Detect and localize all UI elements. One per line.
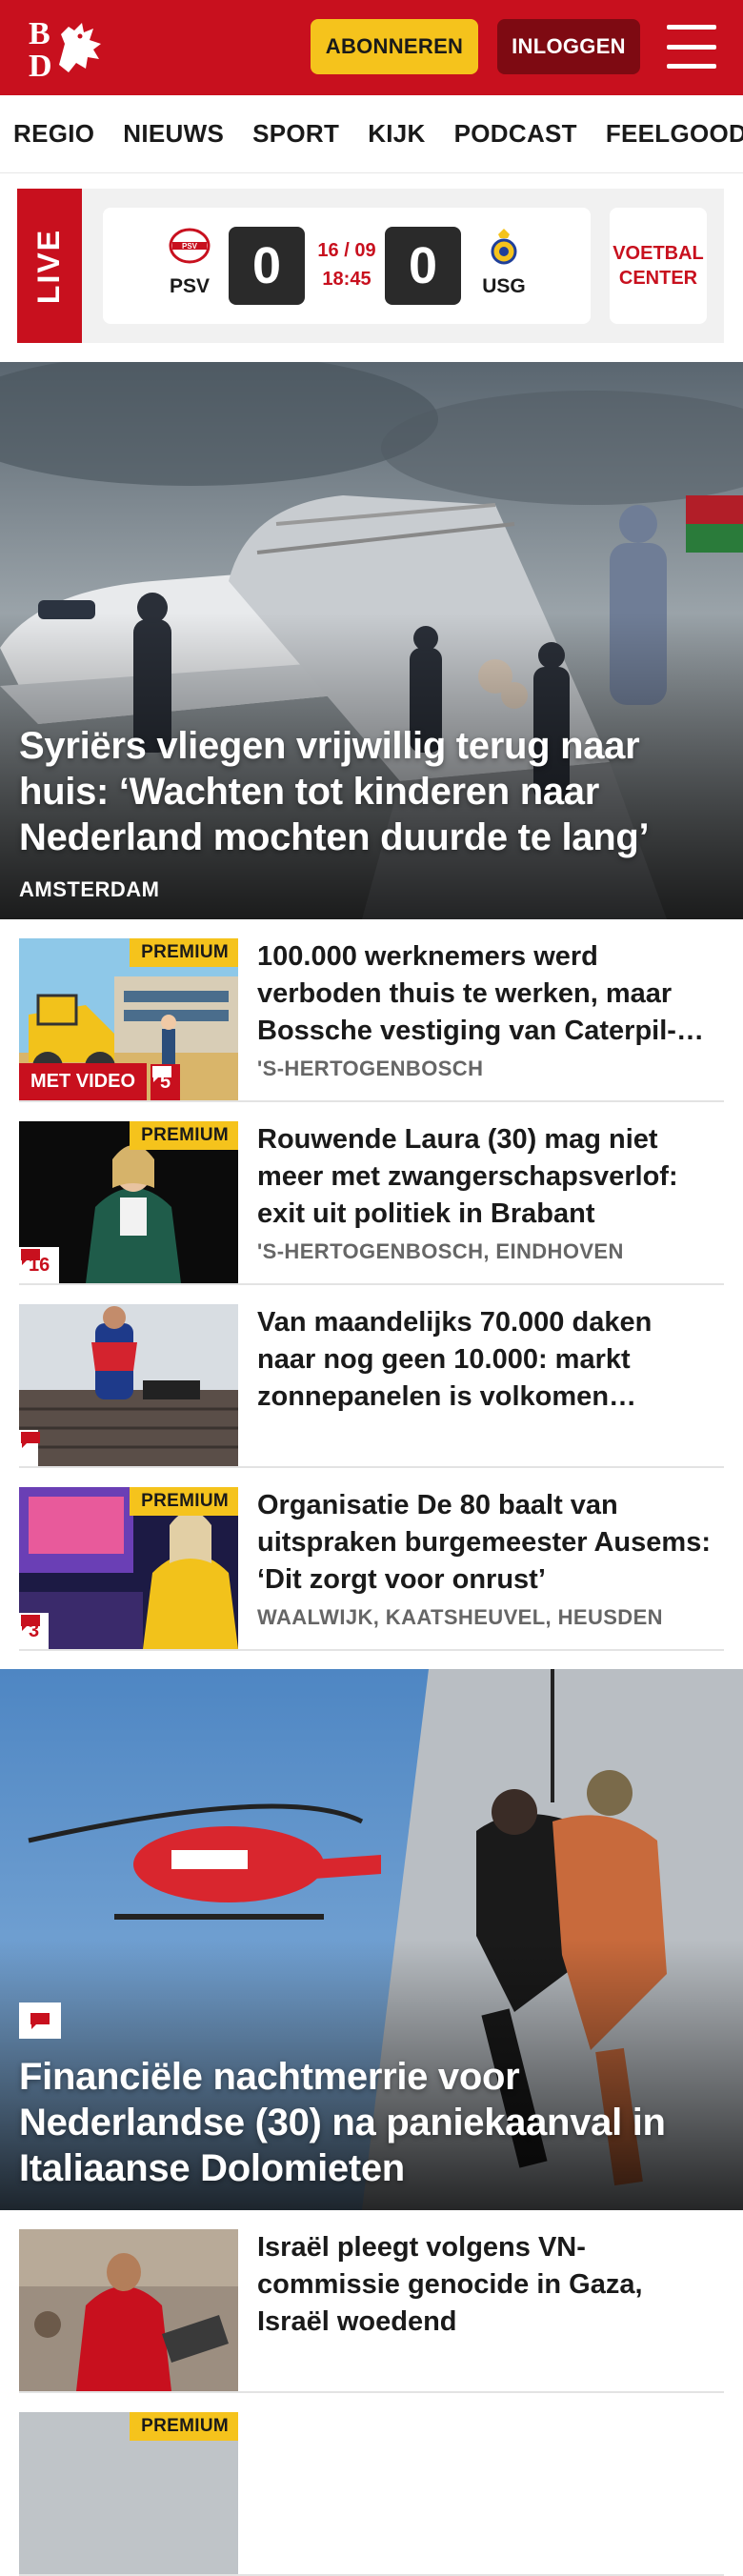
match-card[interactable]: PSV PSV 0 16 / 09 18:45 0 USG (103, 208, 591, 324)
article-location: 'S-HERTOGENBOSCH, EINDHOVEN (257, 1239, 624, 1263)
gaza-photo (19, 2229, 238, 2391)
hero-location: AMSTERDAM (19, 877, 160, 901)
article-thumbnail[interactable]: PREMIUM (19, 2412, 238, 2574)
premium-badge: PREMIUM (130, 1487, 238, 1516)
hero-article-2[interactable]: Financiële nachtmerrie voor Nederlandse … (0, 1669, 743, 2210)
live-scores-strip: LIVE PSV PSV 0 16 / 09 18:45 0 USG VOETB… (17, 189, 724, 343)
article-title[interactable]: 100.000 werknemers werd verboden thuis t… (257, 938, 714, 1050)
voetbal-center-line1: VOETBAL (612, 243, 704, 264)
article-thumbnail[interactable] (19, 1304, 238, 1466)
home-score: 0 (229, 227, 305, 305)
article-title[interactable]: Van maandelijks 70.000 daken naar nog ge… (257, 1304, 714, 1416)
solar-roof-photo (19, 1304, 238, 1466)
comments-badge: 3 (19, 1613, 50, 1649)
match-date: 16 / 09 (317, 240, 376, 261)
site-header: B D ABONNEREN INLOGGEN (0, 0, 743, 95)
subscribe-button[interactable]: ABONNEREN (311, 19, 478, 74)
list-item[interactable]: PREMIUM MET VIDEO 5 100.000 werknemers w… (19, 938, 724, 1102)
list-item[interactable]: PREMIUM 16 Rouwende Laura (30) mag niet … (19, 1121, 724, 1285)
away-team: USG (471, 227, 537, 298)
comments-badge: 16 (19, 1247, 60, 1283)
comment-icon (152, 1066, 171, 1082)
match-datetime: 16 / 09 18:45 (303, 236, 391, 293)
match-time: 18:45 (322, 269, 372, 290)
nav-item-regio[interactable]: REGIO (13, 119, 94, 149)
comments-badge (19, 1430, 40, 1466)
premium-badge: PREMIUM (130, 2412, 238, 2441)
bd-logo[interactable]: B D (27, 15, 109, 80)
hero-2-title[interactable]: Financiële nachtmerrie voor Nederlandse … (19, 2054, 724, 2191)
list-item[interactable]: PREMIUM (19, 2412, 724, 2576)
article-title[interactable]: Israël pleegt volgens VN-commissie genoc… (257, 2229, 714, 2341)
voetbal-center-link[interactable]: VOETBAL CENTER (610, 208, 707, 324)
main-nav: REGIO NIEUWS SPORT KIJK PODCAST FEELGOOD… (0, 95, 743, 173)
nav-item-kijk[interactable]: KIJK (368, 119, 425, 149)
video-badge: MET VIDEO (19, 1063, 148, 1100)
away-score: 0 (385, 227, 461, 305)
away-team-name: USG (482, 275, 526, 297)
article-title[interactable]: Organisatie De 80 baalt van uitspraken b… (257, 1487, 714, 1599)
premium-badge: PREMIUM (130, 1121, 238, 1150)
hero-title[interactable]: Syriërs vliegen vrijwillig terug naar hu… (19, 723, 722, 860)
article-location: WAALWIJK, KAATSHEUVEL, HEUSDEN (257, 1605, 663, 1629)
voetbal-center-line2: CENTER (618, 268, 698, 289)
list-item[interactable]: Van maandelijks 70.000 daken naar nog ge… (19, 1304, 724, 1468)
svg-text:D: D (29, 49, 52, 80)
menu-icon[interactable] (667, 25, 716, 69)
article-location: 'S-HERTOGENBOSCH (257, 1057, 484, 1080)
comment-icon (30, 2013, 50, 2029)
home-team-name: PSV (169, 275, 211, 297)
hero-article[interactable]: Syriërs vliegen vrijwillig terug naar hu… (0, 362, 743, 919)
list-item[interactable]: PREMIUM 3 Organisatie De 80 baalt van ui… (19, 1487, 724, 1651)
nav-item-podcast[interactable]: PODCAST (454, 119, 577, 149)
comments-badge: 5 (151, 1064, 181, 1100)
nav-item-sport[interactable]: SPORT (252, 119, 339, 149)
svg-text:PSV: PSV (182, 242, 198, 251)
comment-icon (21, 1249, 40, 1265)
article-thumbnail[interactable]: PREMIUM 3 (19, 1487, 238, 1649)
article-thumbnail[interactable]: PREMIUM MET VIDEO 5 (19, 938, 238, 1100)
article-thumbnail[interactable]: PREMIUM 16 (19, 1121, 238, 1283)
usg-crest-icon (491, 229, 517, 265)
home-team: PSV PSV (156, 227, 223, 298)
nav-item-feelgood[interactable]: FEELGOOD (606, 119, 743, 149)
comment-icon (21, 1615, 40, 1631)
psv-crest-icon: PSV (169, 228, 211, 264)
login-button[interactable]: INLOGGEN (497, 19, 640, 74)
svg-text:B: B (29, 16, 50, 51)
premium-badge: PREMIUM (130, 938, 238, 967)
comment-icon (21, 1432, 40, 1448)
article-title[interactable]: Rouwende Laura (30) mag niet meer met zw… (257, 1121, 714, 1233)
live-tag: LIVE (17, 189, 82, 343)
nav-item-nieuws[interactable]: NIEUWS (123, 119, 224, 149)
article-thumbnail[interactable] (19, 2229, 238, 2391)
list-item[interactable]: Israël pleegt volgens VN-commissie genoc… (19, 2229, 724, 2393)
comments-badge (19, 2002, 61, 2039)
